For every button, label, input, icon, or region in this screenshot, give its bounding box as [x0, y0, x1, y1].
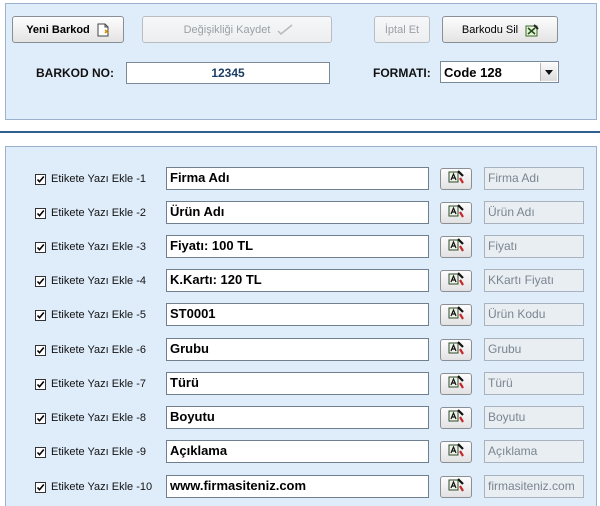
label-text-input[interactable]: ST0001 — [166, 303, 429, 326]
label-row: Etikete Yazı Ekle -2 Ürün Adı Ürün Adı — [0, 201, 600, 227]
label-text-input[interactable]: www.firmasiteniz.com — [166, 475, 429, 498]
label-row-title: Etikete Yazı Ekle -9 — [51, 446, 146, 458]
label-row: Etikete Yazı Ekle -6 Grubu Grubu — [0, 338, 600, 364]
format-label: FORMATI: — [373, 66, 431, 80]
field-name-box: KKartı Fiyatı — [484, 269, 584, 292]
font-icon — [447, 408, 465, 429]
label-row: Etikete Yazı Ekle -10 www.firmasiteniz.co… — [0, 475, 600, 501]
label-row: Etikete Yazı Ekle -9 Açıklama Açıklama — [0, 440, 600, 466]
field-name-box: Grubu — [484, 338, 584, 361]
label-row-title: Etikete Yazı Ekle -8 — [51, 412, 146, 424]
section-divider — [0, 131, 600, 133]
barcode-no-value: 12345 — [211, 66, 245, 80]
label-row: Etikete Yazı Ekle -7 Türü Türü — [0, 372, 600, 398]
cancel-label: İptal Et — [384, 23, 420, 36]
font-icon — [447, 477, 465, 498]
font-picker-button[interactable] — [440, 270, 472, 292]
label-row-checkbox[interactable] — [35, 447, 46, 458]
font-icon — [447, 374, 465, 395]
cancel-button[interactable]: İptal Et — [374, 16, 430, 43]
font-picker-button[interactable] — [440, 168, 472, 190]
save-changes-button[interactable]: Değişikliği Kaydet — [142, 16, 332, 43]
field-name-box: Ürün Kodu — [484, 303, 584, 326]
label-row-title: Etikete Yazı Ekle -10 — [51, 481, 153, 493]
chevron-down-icon[interactable] — [540, 63, 557, 81]
label-row-checkbox[interactable] — [35, 413, 46, 424]
field-name-box: Açıklama — [484, 440, 584, 463]
font-picker-button[interactable] — [440, 476, 472, 498]
label-text-input[interactable]: Firma Adı — [166, 167, 429, 190]
label-row-title: Etikete Yazı Ekle -5 — [51, 309, 146, 321]
delete-barcode-button[interactable]: Barkodu Sil — [442, 16, 558, 43]
delete-icon — [524, 23, 539, 37]
field-name-box: Ürün Adı — [484, 201, 584, 224]
field-name-box: Fiyatı — [484, 235, 584, 258]
delete-barcode-label: Barkodu Sil — [461, 23, 519, 36]
label-row-title: Etikete Yazı Ekle -2 — [51, 207, 146, 219]
font-icon — [447, 203, 465, 224]
label-row: Etikete Yazı Ekle -4 K.Kartı: 120 TL KKart… — [0, 269, 600, 295]
font-picker-button[interactable] — [440, 304, 472, 326]
font-icon — [447, 237, 465, 258]
font-picker-button[interactable] — [440, 236, 472, 258]
barcode-no-label: BARKOD NO: — [36, 66, 114, 80]
label-row-checkbox[interactable] — [35, 276, 46, 287]
label-row-checkbox[interactable] — [35, 174, 46, 185]
label-row-title: Etikete Yazı Ekle -7 — [51, 378, 146, 390]
new-barcode-button[interactable]: Yeni Barkod — [12, 16, 124, 43]
font-icon — [447, 340, 465, 361]
label-row-title: Etikete Yazı Ekle -1 — [51, 173, 146, 185]
label-text-input[interactable]: Açıklama — [166, 440, 429, 463]
label-text-input[interactable]: Türü — [166, 372, 429, 395]
label-text-input[interactable]: Grubu — [166, 338, 429, 361]
save-changes-label: Değişikliği Kaydet — [183, 23, 271, 36]
field-name-box: Firma Adı — [484, 167, 584, 190]
label-row: Etikete Yazı Ekle -8 Boyutu Boyutu — [0, 406, 600, 432]
font-icon — [447, 169, 465, 190]
font-picker-button[interactable] — [440, 441, 472, 463]
label-row: Etikete Yazı Ekle -3 Fiyatı: 100 TL Fiyatı — [0, 235, 600, 261]
label-row-title: Etikete Yazı Ekle -4 — [51, 275, 146, 287]
label-row-checkbox[interactable] — [35, 242, 46, 253]
label-row-checkbox[interactable] — [35, 345, 46, 356]
checkmark-icon — [276, 23, 293, 37]
label-row-checkbox[interactable] — [35, 482, 46, 493]
barcode-no-input[interactable]: 12345 — [126, 62, 330, 84]
label-row-checkbox[interactable] — [35, 379, 46, 390]
label-text-input[interactable]: Boyutu — [166, 406, 429, 429]
label-text-input[interactable]: K.Kartı: 120 TL — [166, 269, 429, 292]
label-row-checkbox[interactable] — [35, 310, 46, 321]
font-picker-button[interactable] — [440, 407, 472, 429]
label-row: Etikete Yazı Ekle -5 ST0001 Ürün Kodu — [0, 303, 600, 329]
font-icon — [447, 442, 465, 463]
label-row-title: Etikete Yazı Ekle -3 — [51, 241, 146, 253]
font-picker-button[interactable] — [440, 373, 472, 395]
label-text-input[interactable]: Fiyatı: 100 TL — [166, 235, 429, 258]
font-icon — [447, 271, 465, 292]
new-barcode-label: Yeni Barkod — [26, 23, 90, 36]
field-name-box: Türü — [484, 372, 584, 395]
font-picker-button[interactable] — [440, 339, 472, 361]
new-document-icon — [96, 23, 110, 37]
font-icon — [447, 305, 465, 326]
field-name-box: Boyutu — [484, 406, 584, 429]
format-select[interactable]: Code 128 — [440, 61, 559, 83]
label-text-input[interactable]: Ürün Adı — [166, 201, 429, 224]
font-picker-button[interactable] — [440, 202, 472, 224]
label-row-title: Etikete Yazı Ekle -6 — [51, 344, 146, 356]
label-row-checkbox[interactable] — [35, 208, 46, 219]
field-name-box: firmasiteniz.com — [484, 475, 584, 498]
label-row: Etikete Yazı Ekle -1 Firma Adı Firma Adı — [0, 167, 600, 193]
format-value: Code 128 — [444, 65, 502, 80]
